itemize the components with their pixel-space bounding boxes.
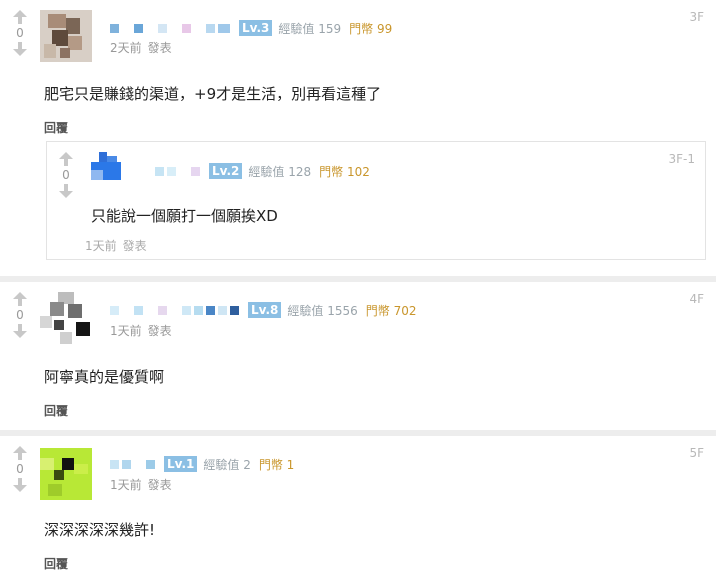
vote-count: 0 — [16, 308, 24, 322]
avatar[interactable] — [40, 10, 92, 62]
level-badge: Lv.2 — [209, 163, 243, 179]
arrow-up-icon[interactable] — [10, 446, 30, 460]
time-ago: 1天前 — [110, 324, 142, 338]
arrow-down-icon[interactable] — [10, 324, 30, 338]
arrow-up-icon[interactable] — [10, 292, 30, 306]
time-ago: 1天前 — [110, 478, 142, 492]
time-ago: 1天前 — [85, 239, 117, 253]
reply-button[interactable]: 回覆 — [44, 555, 68, 572]
level-badge: Lv.1 — [164, 456, 198, 472]
vote-count: 0 — [62, 168, 70, 182]
user-meta: Lv.2 經驗值 128 門幣 102 — [131, 162, 370, 180]
coin-value: 門幣 1 — [258, 457, 295, 472]
username-blurred[interactable] — [131, 164, 203, 178]
user-meta: Lv.3 經驗值 159 門幣 99 — [110, 19, 392, 37]
reply-button[interactable]: 回覆 — [44, 119, 68, 136]
arrow-down-icon[interactable] — [10, 478, 30, 492]
level-badge: Lv.8 — [248, 302, 282, 318]
user-meta: Lv.8 經驗值 1556 門幣 702 — [110, 301, 417, 319]
exp-value: 經驗值 128 — [248, 164, 312, 179]
exp-value: 經驗值 159 — [278, 21, 342, 36]
avatar[interactable] — [40, 292, 92, 344]
sub-reply: 0 Lv.2 經驗值 128 門幣 102 3F-1 只能說一個願打一個願挨XD — [46, 141, 706, 260]
username-blurred[interactable] — [110, 303, 242, 317]
floor-number[interactable]: 5F — [689, 446, 704, 460]
arrow-up-icon[interactable] — [10, 10, 30, 24]
post-time: 1天前 發表 — [85, 238, 153, 254]
comment-body: 深深深深深幾許! — [44, 521, 156, 539]
comment-thread: 0 Lv.3 經驗值 159 門幣 99 2天前 發表 3F 肥宅只是賺錢的渠道，… — [0, 0, 716, 578]
post-time: 1天前 發表 — [110, 323, 178, 339]
username-blurred[interactable] — [110, 21, 233, 35]
reply-button[interactable]: 回覆 — [44, 402, 68, 419]
coin-value: 門幣 99 — [349, 21, 393, 36]
coin-value: 門幣 702 — [365, 303, 417, 318]
username-blurred[interactable] — [110, 457, 158, 471]
comment-4f: 0 Lv.8 經驗值 1556 門幣 702 1天前 發表 4F 阿寧真的是優質啊… — [0, 282, 716, 430]
comment-body: 阿寧真的是優質啊 — [44, 368, 165, 386]
time-ago: 2天前 — [110, 41, 142, 55]
arrow-up-icon[interactable] — [56, 152, 76, 166]
floor-number[interactable]: 3F-1 — [668, 152, 695, 166]
vote-widget: 0 — [10, 292, 30, 338]
post-label: 發表 — [147, 478, 172, 492]
coin-value: 門幣 102 — [319, 164, 370, 179]
comment-body: 肥宅只是賺錢的渠道，+9才是生活，別再看這種了 — [44, 85, 382, 103]
arrow-down-icon[interactable] — [56, 184, 76, 198]
vote-widget: 0 — [56, 152, 76, 198]
vote-count: 0 — [16, 26, 24, 40]
floor-number[interactable]: 3F — [689, 10, 704, 24]
comment-5f: 0 Lv.1 經驗值 2 門幣 1 1天前 發表 5F 深深深深深幾許! 回覆 — [0, 436, 716, 578]
comment-3f: 0 Lv.3 經驗值 159 門幣 99 2天前 發表 3F 肥宅只是賺錢的渠道，… — [0, 0, 716, 276]
exp-value: 經驗值 2 — [203, 457, 251, 472]
avatar[interactable] — [91, 152, 127, 184]
exp-value: 經驗值 1556 — [287, 303, 358, 318]
avatar[interactable] — [40, 448, 92, 500]
arrow-down-icon[interactable] — [10, 42, 30, 56]
post-time: 1天前 發表 — [110, 477, 178, 493]
user-meta: Lv.1 經驗值 2 門幣 1 — [110, 455, 294, 473]
vote-widget: 0 — [10, 10, 30, 56]
comment-body: 只能說一個願打一個願挨XD — [91, 207, 278, 225]
level-badge: Lv.3 — [239, 20, 273, 36]
post-label: 發表 — [147, 41, 172, 55]
floor-number[interactable]: 4F — [689, 292, 704, 306]
post-label: 發表 — [147, 324, 172, 338]
post-label: 發表 — [122, 239, 147, 253]
post-time: 2天前 發表 — [110, 40, 178, 56]
vote-count: 0 — [16, 462, 24, 476]
vote-widget: 0 — [10, 446, 30, 492]
